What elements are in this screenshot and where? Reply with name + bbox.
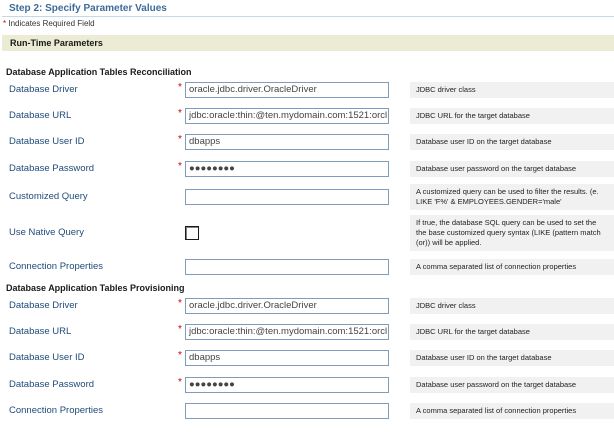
connection-properties-help-text: A comma separated list of connection pro… [410,403,614,419]
database-driver-label: Database Driver [9,300,78,311]
required-indicator: * [178,161,182,172]
required-note-text: Indicates Required Field [6,19,95,28]
database-user-id-input[interactable]: dbapps [185,134,389,150]
database-url-label: Database URL [9,326,72,337]
help-text-line: A customized query can be used to filter… [416,187,599,196]
help-text-line: LIKE 'F%' & EMPLOYEES.GENDER='male' [416,197,562,206]
database-url-help-text: JDBC URL for the target database [410,324,614,340]
database-password-input[interactable]: ●●●●●●●● [185,161,389,177]
step-title: Step 2: Specify Parameter Values [9,3,167,14]
help-text-line: Database user password on the target dat… [416,164,577,173]
help-text-line: A comma separated list of connection pro… [416,406,577,415]
connection-properties-label: Connection Properties [9,405,103,416]
connection-properties-help-text: A comma separated list of connection pro… [410,259,614,275]
connection-properties-input[interactable] [185,403,389,419]
help-text-line: Database user ID on the target database [416,137,552,146]
reconciliation-section-header: Database Application Tables Reconciliati… [6,67,192,77]
connection-properties-input[interactable] [185,259,389,275]
runtime-parameters-title: Run-Time Parameters [10,38,103,48]
required-indicator: * [178,324,182,335]
database-driver-label: Database Driver [9,84,78,95]
database-driver-input[interactable]: oracle.jdbc.driver.OracleDriver [185,298,389,314]
required-indicator: * [178,82,182,93]
database-url-label: Database URL [9,110,72,121]
step-title-rule [2,16,614,17]
help-text-line: Database user password on the target dat… [416,380,577,389]
required-indicator: * [178,108,182,119]
help-text-line: JDBC URL for the target database [416,327,530,336]
required-indicator: * [178,134,182,145]
database-driver-help-text: JDBC driver class [410,82,614,98]
database-password-input[interactable]: ●●●●●●●● [185,377,389,393]
database-user-id-help-text: Database user ID on the target database [410,350,614,366]
database-password-label: Database Password [9,163,95,174]
database-password-help-text: Database user password on the target dat… [410,161,614,177]
use-native-query-help-text: If true, the database SQL query can be u… [410,215,614,251]
customized-query-help-text: A customized query can be used to filter… [410,184,614,210]
required-indicator: * [178,377,182,388]
help-text-line: A comma separated list of connection pro… [416,262,577,271]
required-field-note: * Indicates Required Field [3,19,95,28]
database-user-id-input[interactable]: dbapps [185,350,389,366]
database-url-input[interactable]: jdbc:oracle:thin:@ten.mydomain.com:1521:… [185,324,389,340]
database-user-id-help-text: Database user ID on the target database [410,134,614,150]
help-text-line: If true, the database SQL query can be u… [416,218,597,227]
database-password-label: Database Password [9,379,95,390]
customized-query-input[interactable] [185,189,389,205]
database-driver-input[interactable]: oracle.jdbc.driver.OracleDriver [185,82,389,98]
help-text-line: the base customized query syntax (LIKE (… [416,228,601,237]
database-password-help-text: Database user password on the target dat… [410,377,614,393]
required-indicator: * [178,350,182,361]
help-text-line: (or)) will be applied. [416,238,482,247]
database-user-id-label: Database User ID [9,136,85,147]
help-text-line: JDBC driver class [416,301,476,310]
database-user-id-label: Database User ID [9,352,85,363]
use-native-query-checkbox[interactable] [185,226,199,240]
database-url-help-text: JDBC URL for the target database [410,108,614,124]
database-url-input[interactable]: jdbc:oracle:thin:@ten.mydomain.com:1521:… [185,108,389,124]
connection-properties-label: Connection Properties [9,261,103,272]
help-text-line: JDBC URL for the target database [416,111,530,120]
help-text-line: Database user ID on the target database [416,353,552,362]
database-driver-help-text: JDBC driver class [410,298,614,314]
help-text-line: JDBC driver class [416,85,476,94]
use-native-query-label: Use Native Query [9,227,84,238]
required-indicator: * [178,298,182,309]
customized-query-label: Customized Query [9,191,88,202]
provisioning-section-header: Database Application Tables Provisioning [6,283,185,293]
runtime-parameters-bar: Run-Time Parameters [2,35,614,51]
